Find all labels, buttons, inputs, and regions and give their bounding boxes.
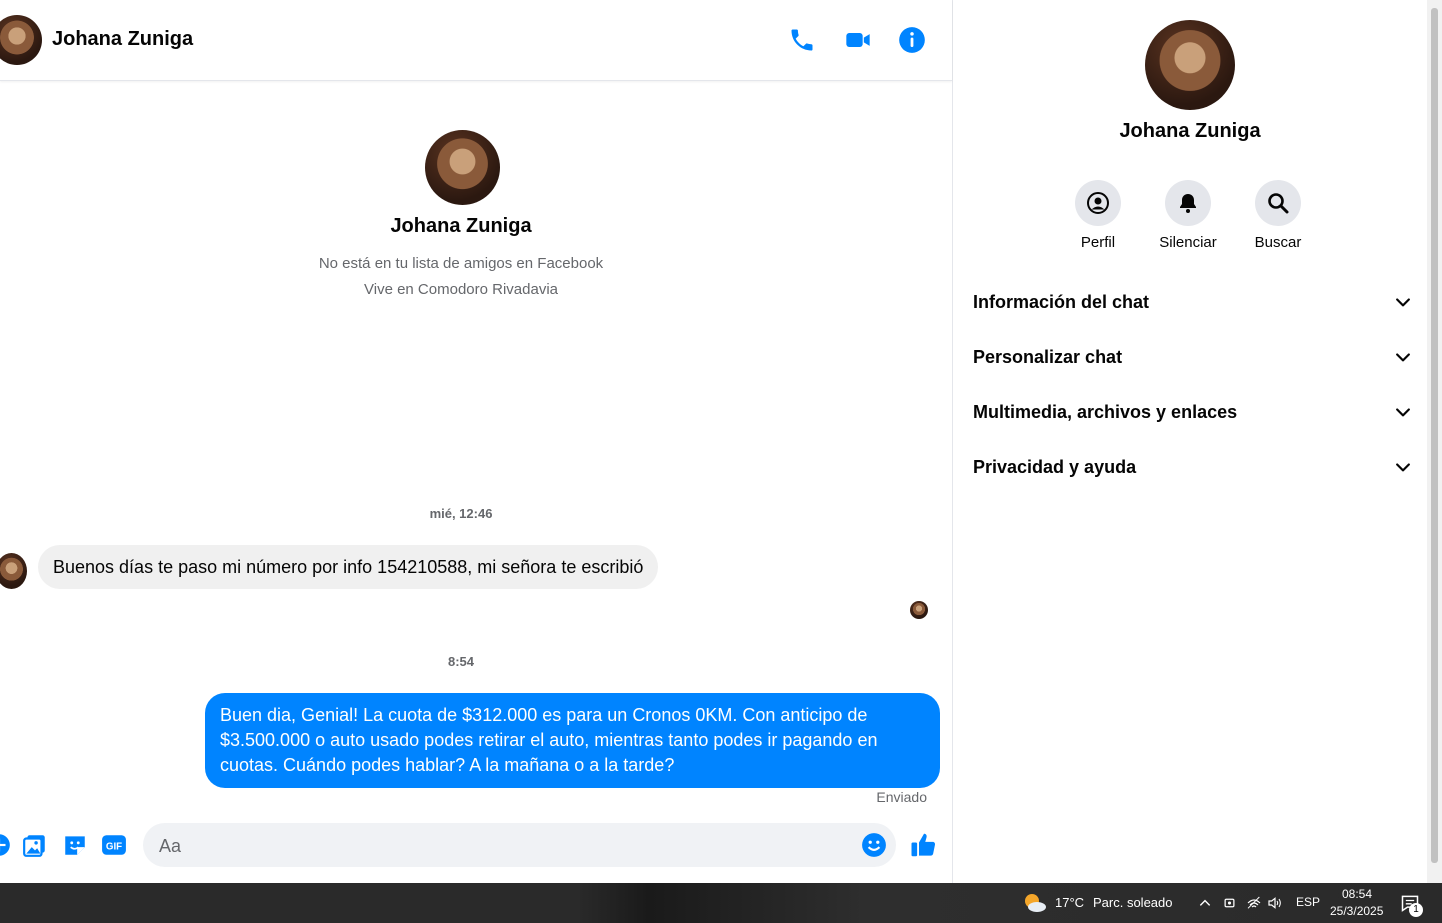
- message-input[interactable]: [157, 823, 851, 869]
- sticker-icon[interactable]: [62, 832, 88, 858]
- mute-button-label: Silenciar: [1159, 234, 1217, 251]
- volume-icon[interactable]: [1267, 895, 1283, 911]
- chevron-up-icon[interactable]: [1198, 896, 1212, 910]
- contact-name[interactable]: Johana Zuniga: [52, 28, 193, 51]
- weather-temp[interactable]: 17°C: [1055, 895, 1084, 910]
- clock-time[interactable]: 08:54: [1342, 887, 1372, 901]
- section-label: Personalizar chat: [973, 346, 1123, 367]
- bell-icon: [1180, 194, 1196, 213]
- profile-friend-status: No está en tu lista de amigos en Faceboo…: [318, 255, 604, 272]
- section-label: Multimedia, archivos y enlaces: [973, 401, 1238, 422]
- details-sidebar: Johana Zuniga Perfil Silenciar Buscar In…: [953, 0, 1427, 883]
- section-customize-chat[interactable]: Personalizar chat: [973, 337, 1413, 377]
- taskbar: 17°C Parc. soleado ESP 08:54 25/3/2025 1: [0, 883, 1442, 923]
- section-label: Información del chat: [973, 291, 1150, 312]
- weather-icon[interactable]: [1022, 891, 1048, 915]
- timestamp: mié, 12:46: [429, 506, 493, 521]
- gif-icon[interactable]: GIF: [101, 832, 127, 858]
- chevron-down-icon: [1396, 408, 1410, 417]
- language-indicator[interactable]: ESP: [1296, 895, 1320, 909]
- chevron-down-icon: [1396, 353, 1410, 362]
- chevron-down-icon: [1396, 463, 1410, 472]
- photo-icon[interactable]: [22, 832, 48, 858]
- notification-count: 1: [1409, 903, 1423, 917]
- device-icon[interactable]: [1222, 895, 1237, 911]
- chat-panel: Johana Zuniga Johana Zuniga No está en t…: [0, 0, 953, 883]
- profile-avatar: [425, 130, 500, 205]
- profile-button-label: Perfil: [1080, 234, 1116, 251]
- info-icon[interactable]: [898, 26, 926, 54]
- search-icon: [1268, 193, 1289, 214]
- section-chat-info[interactable]: Información del chat: [973, 282, 1413, 322]
- phone-icon[interactable]: [788, 26, 816, 54]
- svg-text:GIF: GIF: [106, 841, 122, 852]
- video-call-icon[interactable]: [844, 26, 872, 54]
- profile-button[interactable]: Perfil: [1053, 180, 1143, 251]
- profile-location: Vive en Comodoro Rivadavia: [364, 281, 558, 298]
- incoming-message[interactable]: Buenos días te paso mi número por info 1…: [38, 545, 659, 589]
- scrollbar-thumb[interactable]: [1431, 8, 1438, 863]
- outgoing-message[interactable]: Buen dia, Genial! La cuota de $312.000 e…: [205, 693, 940, 788]
- weather-desc[interactable]: Parc. soleado: [1093, 895, 1173, 910]
- mute-button[interactable]: Silenciar: [1143, 180, 1233, 251]
- chat-header: Johana Zuniga: [0, 0, 952, 81]
- sidebar-avatar: [1145, 20, 1235, 110]
- emoji-icon[interactable]: [861, 832, 887, 858]
- chevron-down-icon: [1396, 298, 1410, 307]
- page-scrollbar[interactable]: [1427, 0, 1442, 883]
- section-media-files-links[interactable]: Multimedia, archivos y enlaces: [973, 392, 1413, 432]
- read-receipt-avatar: [910, 601, 928, 619]
- like-icon[interactable]: [909, 830, 939, 860]
- message-status: Enviado: [876, 789, 927, 805]
- more-actions-icon[interactable]: [0, 832, 12, 858]
- profile-icon: [1087, 192, 1109, 214]
- search-button-label: Buscar: [1254, 234, 1302, 251]
- search-button[interactable]: Buscar: [1233, 180, 1323, 251]
- clock-date[interactable]: 25/3/2025: [1330, 904, 1383, 918]
- sender-avatar: [0, 553, 27, 589]
- sidebar-name: Johana Zuniga: [1119, 120, 1261, 142]
- section-label: Privacidad y ayuda: [973, 456, 1137, 477]
- contact-avatar[interactable]: [0, 15, 42, 65]
- profile-name: Johana Zuniga: [390, 215, 532, 237]
- message-input-container: [143, 823, 896, 869]
- timestamp: 8:54: [447, 654, 475, 669]
- section-privacy-help[interactable]: Privacidad y ayuda: [973, 447, 1413, 487]
- network-icon[interactable]: [1246, 895, 1262, 911]
